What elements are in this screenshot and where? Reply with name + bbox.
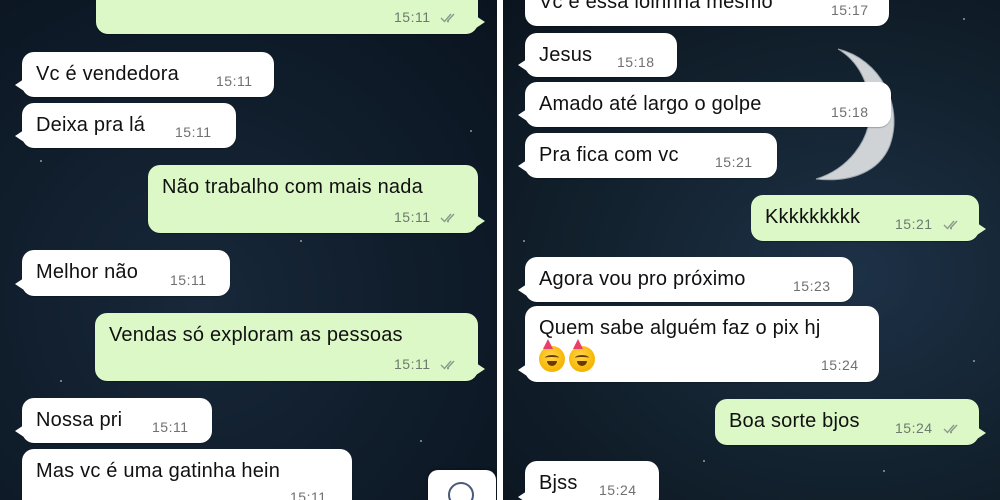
message-text: Bjss <box>539 472 578 494</box>
screenshot-collage: 15:11 Vc é vendedora 15:11 Deixa pra lá … <box>0 0 1000 500</box>
message-text: Quem sabe alguém faz o pix hj <box>539 317 821 339</box>
message-bubble-outgoing[interactable]: 15:11 <box>96 0 485 34</box>
message-time: 15:23 <box>793 278 831 294</box>
double-check-icon <box>440 360 455 370</box>
double-check-icon <box>440 213 455 223</box>
message-bubble-outgoing[interactable]: Vendas só exploram as pessoas 15:11 <box>95 313 485 381</box>
message-text: Jesus <box>539 44 593 66</box>
message-bubble-incoming[interactable]: Melhor não 15:11 <box>15 250 230 296</box>
message-text: Deixa pra lá <box>36 114 146 136</box>
message-text: Nossa pri <box>36 409 123 431</box>
message-bubble-incoming[interactable]: Pra fica com vc 15:21 <box>518 133 777 178</box>
scroll-to-bottom-button[interactable] <box>428 470 496 500</box>
chevron-down-icon <box>448 482 474 500</box>
message-bubble-outgoing[interactable]: Boa sorte bjos 15:24 <box>715 399 986 445</box>
message-time: 15:11 <box>290 489 327 500</box>
message-bubble-incoming[interactable]: Amado até largo o golpe 15:18 <box>518 82 891 127</box>
message-text: Agora vou pro próximo <box>539 268 746 290</box>
partying-face-icon <box>539 339 565 372</box>
message-text: Mas vc é uma gatinha hein <box>36 460 281 482</box>
message-time: 15:21 <box>895 216 933 232</box>
message-time: 15:21 <box>715 154 753 170</box>
message-time: 15:11 <box>394 356 431 372</box>
message-text: Não trabalho com mais nada <box>162 176 423 198</box>
message-time: 15:24 <box>599 482 637 498</box>
message-bubble-outgoing[interactable]: Kkkkkkkkk 15:21 <box>751 195 986 241</box>
message-time: 15:24 <box>895 420 933 436</box>
message-text: Amado até largo o golpe <box>539 93 762 115</box>
message-bubble-incoming[interactable]: Bjss 15:24 <box>518 461 659 500</box>
message-bubble-outgoing[interactable]: Não trabalho com mais nada 15:11 <box>148 165 485 233</box>
message-text: Melhor não <box>36 261 139 283</box>
double-check-icon <box>943 220 958 230</box>
message-text: Vc é essa loirinha mesmo <box>539 0 773 13</box>
message-text: Vendas só exploram as pessoas <box>109 324 403 346</box>
double-check-icon <box>440 13 455 23</box>
message-time: 15:11 <box>175 124 212 140</box>
message-bubble-incoming[interactable]: Deixa pra lá 15:11 <box>15 103 236 148</box>
message-time: 15:11 <box>152 419 189 435</box>
message-time: 15:11 <box>394 9 431 25</box>
double-check-icon <box>943 424 958 434</box>
message-time: 15:24 <box>821 357 859 373</box>
message-bubble-incoming[interactable]: Agora vou pro próximo 15:23 <box>518 257 853 302</box>
message-time: 15:17 <box>831 2 869 18</box>
message-text: Boa sorte bjos <box>729 410 860 432</box>
partying-face-icon <box>569 339 595 372</box>
message-bubble-incoming[interactable]: Nossa pri 15:11 <box>15 398 212 443</box>
chat-panel-right[interactable]: Vc é essa loirinha mesmo 15:17 Jesus 15:… <box>503 0 1000 500</box>
message-bubble-incoming[interactable]: Vc é vendedora 15:11 <box>15 52 274 97</box>
message-bubble-incoming[interactable]: Jesus 15:18 <box>518 33 677 77</box>
message-text: Pra fica com vc <box>539 144 679 166</box>
message-text: Kkkkkkkkk <box>765 206 861 228</box>
message-text: Vc é vendedora <box>36 63 179 85</box>
message-time: 15:18 <box>831 104 869 120</box>
chat-panel-left[interactable]: 15:11 Vc é vendedora 15:11 Deixa pra lá … <box>0 0 497 500</box>
message-time: 15:11 <box>216 73 253 89</box>
message-time: 15:18 <box>617 54 655 70</box>
message-time: 15:11 <box>170 272 207 288</box>
message-time: 15:11 <box>394 209 431 225</box>
message-bubble-incoming[interactable]: Mas vc é uma gatinha hein 15:11 <box>22 449 352 500</box>
message-bubble-incoming[interactable]: Quem sabe alguém faz o pix hj 15:24 <box>518 306 879 382</box>
message-bubble-incoming[interactable]: Vc é essa loirinha mesmo 15:17 <box>525 0 889 26</box>
